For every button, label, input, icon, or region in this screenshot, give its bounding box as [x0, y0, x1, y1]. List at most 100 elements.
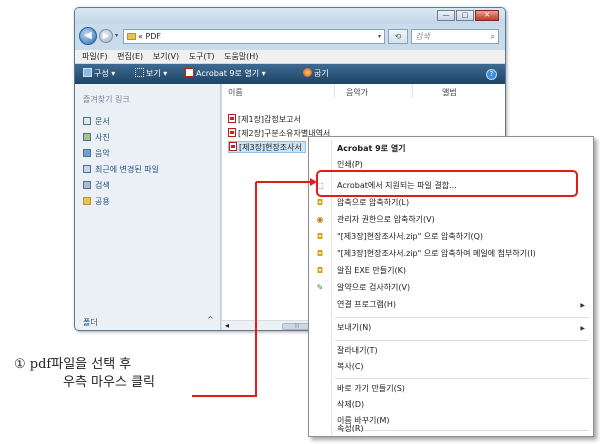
alzip-icon: ◘	[316, 232, 324, 241]
back-arrow-icon[interactable]: ◀	[79, 27, 97, 45]
menu-item-create-shortcut[interactable]: 바로 가기 만들기(S)	[337, 382, 405, 396]
column-header-album[interactable]: 앨범	[442, 87, 457, 98]
menu-item-compress-mail[interactable]: "[제3장]현장조사서.zip" 으로 압축하여 메일에 첨부하기(I)	[337, 247, 536, 261]
alzip-icon: ◘	[316, 198, 324, 207]
nav-item-recent[interactable]: 최근에 변경된 파일	[83, 164, 159, 176]
callout-line-2: 우측 마우스 클릭	[63, 375, 155, 390]
nav-item-search[interactable]: 검색	[83, 180, 110, 192]
organize-label: 구성 ▾	[94, 69, 116, 78]
acrobat-open-button[interactable]: Acrobat 9로 열기 ▾	[185, 64, 266, 84]
shield-icon: ◉	[316, 215, 324, 224]
pdf-file-icon	[228, 128, 236, 137]
views-icon	[135, 68, 144, 77]
organize-button[interactable]: 구성 ▾	[83, 64, 115, 84]
file-row[interactable]: [제1장]감정보고서	[228, 114, 301, 126]
organize-icon	[83, 68, 92, 77]
leader-line-horizontal	[192, 395, 256, 397]
menu-item-alyac-scan[interactable]: 알약으로 검사하기(V)	[337, 281, 410, 295]
alyac-icon: ✎	[316, 283, 324, 292]
nav-item-label: 사진	[95, 133, 110, 142]
nav-item-label: 최근에 변경된 파일	[95, 165, 159, 174]
disc-icon	[303, 68, 312, 77]
recent-pages-chevron-icon[interactable]: ▾	[115, 32, 118, 39]
file-row-selected[interactable]: [제3장]현장조사서	[228, 141, 306, 153]
menu-item-compress-admin[interactable]: 관리자 권한으로 압축하기(V)	[337, 213, 435, 227]
menu-help[interactable]: 도움말(H)	[224, 50, 258, 64]
recent-files-icon	[83, 165, 91, 173]
music-icon	[83, 149, 91, 157]
leader-line-top	[256, 181, 312, 183]
address-text: « PDF	[138, 32, 162, 41]
nav-item-music[interactable]: 음악	[83, 148, 110, 160]
maximize-button[interactable]: □	[456, 10, 474, 21]
menu-item-delete[interactable]: 삭제(D)	[337, 398, 364, 412]
submenu-arrow-icon: ▶	[580, 325, 585, 332]
column-separator	[334, 84, 335, 98]
favorites-heading: 즐겨찾기 링크	[83, 95, 130, 104]
column-header-name[interactable]: 이름	[228, 87, 243, 98]
menu-separator	[335, 317, 589, 318]
menu-separator	[335, 378, 589, 379]
menu-file[interactable]: 파일(F)	[82, 50, 108, 64]
close-button[interactable]: ✕	[475, 10, 499, 21]
command-toolbar: 구성 ▾ 보기 ▾ Acrobat 9로 열기 ▾ 굽기 ?	[75, 64, 505, 84]
menu-item-copy[interactable]: 복사(C)	[337, 360, 364, 374]
documents-icon	[83, 117, 91, 125]
highlight-box	[316, 170, 578, 197]
nav-item-label: 음악	[95, 149, 110, 158]
folders-toggle[interactable]: 폴더	[83, 317, 98, 328]
nav-item-documents[interactable]: 문서	[83, 116, 110, 128]
nav-item-public[interactable]: 공용	[83, 196, 110, 208]
arrowhead-icon	[310, 178, 317, 186]
refresh-icon[interactable]: ⟲	[388, 29, 408, 44]
help-icon[interactable]: ?	[486, 69, 497, 80]
views-label: 보기 ▾	[146, 69, 168, 78]
menu-tools[interactable]: 도구(T)	[189, 50, 215, 64]
menu-separator	[335, 430, 589, 431]
acrobat-icon	[185, 68, 194, 77]
menu-item-cut[interactable]: 잘라내기(T)	[337, 344, 378, 358]
menu-view[interactable]: 보기(V)	[153, 50, 179, 64]
file-name: [제1장]감정보고서	[238, 115, 301, 124]
public-folder-icon	[83, 197, 91, 205]
menu-item-properties[interactable]: 속성(R)	[337, 422, 364, 436]
search-folder-icon	[83, 181, 91, 189]
menu-item-compress[interactable]: 압축으로 압축하기(L)	[337, 196, 409, 210]
burn-button[interactable]: 굽기	[303, 64, 329, 84]
file-name: [제3장]현장조사서	[239, 143, 302, 152]
menu-item-open-with[interactable]: 연결 프로그램(H)	[337, 298, 396, 312]
search-input[interactable]: 검색 ⌕	[411, 29, 499, 44]
menu-separator	[335, 340, 589, 341]
nav-item-label: 검색	[95, 181, 110, 190]
collapse-chevron-icon[interactable]: ^	[207, 315, 214, 324]
menu-item-compress-zip[interactable]: "[제3장]현장조사서.zip" 으로 압축하기(Q)	[337, 230, 483, 244]
minimize-button[interactable]: —	[437, 10, 455, 21]
column-separator	[412, 84, 413, 98]
acrobat-open-label: Acrobat 9로 열기 ▾	[196, 69, 266, 78]
views-button[interactable]: 보기 ▾	[135, 64, 167, 84]
alzip-exe-icon: ◘	[316, 266, 324, 275]
address-dropdown-chevron-icon[interactable]: ▾	[378, 30, 381, 43]
menu-edit[interactable]: 편집(E)	[117, 50, 143, 64]
burn-label: 굽기	[314, 69, 329, 78]
navigation-pane: 즐겨찾기 링크 문서 사진 음악 최근에 변경된 파일 검색 공용 폴더 ^	[75, 84, 221, 330]
callout-annotation: ① pdf파일을 선택 후 우측 마우스 클릭	[14, 356, 194, 392]
nav-item-label: 문서	[95, 117, 110, 126]
search-placeholder: 검색	[415, 32, 430, 41]
menu-item-alzip-exe[interactable]: 알집 EXE 만들기(K)	[337, 264, 406, 278]
forward-arrow-icon[interactable]: ▶	[99, 29, 113, 43]
menu-item-send-to[interactable]: 보내기(N)	[337, 321, 371, 335]
menu-item-acrobat-open[interactable]: Acrobat 9로 열기	[337, 142, 406, 156]
alzip-icon: ◘	[316, 249, 324, 258]
pdf-file-icon	[229, 142, 237, 151]
nav-item-pictures[interactable]: 사진	[83, 132, 110, 144]
callout-line-1: ① pdf파일을 선택 후	[14, 357, 132, 372]
title-bar: — □ ✕	[75, 8, 505, 24]
folder-icon	[127, 33, 136, 40]
leader-line-vertical	[255, 182, 257, 397]
column-header-artist[interactable]: 음악가	[346, 87, 368, 98]
search-icon[interactable]: ⌕	[491, 30, 495, 43]
scroll-left-arrow-icon[interactable]: ◂	[225, 321, 229, 330]
menu-bar: 파일(F) 편집(E) 보기(V) 도구(T) 도움말(H)	[75, 50, 505, 64]
address-bar[interactable]: « PDF ▾	[123, 29, 385, 44]
